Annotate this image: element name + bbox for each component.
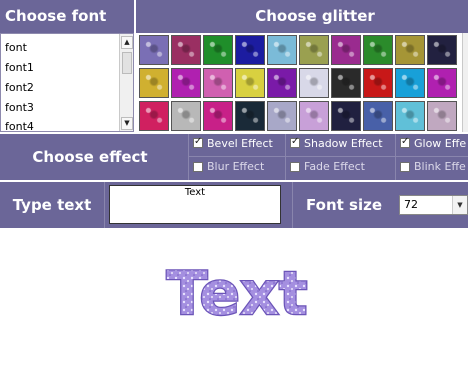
row-divider bbox=[292, 182, 293, 228]
glow-label: Glow Effe bbox=[414, 137, 467, 150]
glitter-swatch[interactable] bbox=[299, 35, 329, 65]
glitter-swatch[interactable] bbox=[395, 101, 425, 131]
glitter-swatch[interactable] bbox=[363, 101, 393, 131]
blink-checkbox[interactable] bbox=[400, 162, 410, 172]
font-size-value: 72 bbox=[404, 198, 418, 211]
glitter-swatch[interactable] bbox=[267, 35, 297, 65]
blink-label: Blink Effe bbox=[414, 160, 466, 173]
blur-label: Blur Effect bbox=[207, 160, 265, 173]
glitter-swatch[interactable] bbox=[331, 68, 361, 98]
scroll-up-icon[interactable]: ▲ bbox=[121, 36, 133, 49]
type-text-label: Type text bbox=[12, 196, 92, 214]
glitter-swatch[interactable] bbox=[235, 101, 265, 131]
glitter-swatch[interactable] bbox=[235, 68, 265, 98]
glitter-swatch[interactable] bbox=[203, 101, 233, 131]
glitter-swatch[interactable] bbox=[267, 101, 297, 131]
choose-effect-label: Choose effect bbox=[32, 148, 148, 166]
glitter-grid bbox=[136, 33, 460, 132]
chevron-down-icon[interactable]: ▼ bbox=[452, 196, 467, 214]
font-list[interactable]: font font1 font2 font3 font4 ▲ ▼ bbox=[0, 33, 134, 133]
glitter-swatch[interactable] bbox=[395, 68, 425, 98]
scroll-thumb[interactable] bbox=[122, 52, 132, 74]
fade-checkbox[interactable] bbox=[290, 162, 300, 172]
glitter-swatch[interactable] bbox=[203, 35, 233, 65]
bevel-checkbox[interactable] bbox=[193, 136, 203, 148]
glitter-swatch[interactable] bbox=[331, 35, 361, 65]
font-size-select[interactable]: 72 ▼ bbox=[399, 195, 468, 215]
scroll-down-icon[interactable]: ▼ bbox=[121, 117, 133, 130]
font-option[interactable]: font2 bbox=[5, 81, 34, 94]
bevel-label: Bevel Effect bbox=[207, 137, 273, 150]
preview-text: Text bbox=[166, 259, 307, 329]
glitter-swatch[interactable] bbox=[363, 68, 393, 98]
fade-label: Fade Effect bbox=[304, 160, 365, 173]
glitter-swatch[interactable] bbox=[139, 35, 169, 65]
glitter-swatch[interactable] bbox=[235, 35, 265, 65]
font-option[interactable]: font4 bbox=[5, 120, 34, 133]
glow-checkbox[interactable] bbox=[400, 136, 410, 148]
glitter-swatch[interactable] bbox=[171, 101, 201, 131]
glitter-swatch[interactable] bbox=[203, 68, 233, 98]
glitter-swatch[interactable] bbox=[331, 101, 361, 131]
glitter-swatch[interactable] bbox=[427, 68, 457, 98]
font-size-label: Font size bbox=[306, 196, 382, 214]
glitter-scrollbar[interactable] bbox=[462, 33, 468, 132]
row-divider bbox=[104, 182, 105, 228]
glitter-swatch[interactable] bbox=[139, 68, 169, 98]
effects-divider bbox=[285, 134, 286, 180]
font-option[interactable]: font1 bbox=[5, 61, 34, 74]
glitter-swatch[interactable] bbox=[299, 68, 329, 98]
blur-checkbox[interactable] bbox=[193, 162, 203, 172]
glitter-swatch[interactable] bbox=[171, 35, 201, 65]
glitter-text-preview: Text bbox=[165, 258, 309, 330]
font-option[interactable]: font3 bbox=[5, 101, 34, 114]
glitter-swatch[interactable] bbox=[395, 35, 425, 65]
font-option[interactable]: font bbox=[5, 41, 27, 54]
text-input-value: Text bbox=[184, 187, 206, 198]
choose-font-heading: Choose font bbox=[5, 7, 107, 25]
text-input[interactable]: Text bbox=[109, 185, 281, 224]
choose-glitter-heading: Choose glitter bbox=[255, 7, 375, 25]
shadow-label: Shadow Effect bbox=[304, 137, 383, 150]
effects-divider bbox=[395, 134, 396, 180]
glitter-swatch[interactable] bbox=[427, 35, 457, 65]
glitter-swatch[interactable] bbox=[139, 101, 169, 131]
glitter-swatch[interactable] bbox=[363, 35, 393, 65]
glitter-swatch[interactable] bbox=[171, 68, 201, 98]
effects-mid-line bbox=[188, 156, 468, 157]
font-list-scrollbar[interactable]: ▲ ▼ bbox=[119, 34, 133, 131]
glitter-swatch[interactable] bbox=[427, 101, 457, 131]
glitter-swatch[interactable] bbox=[299, 101, 329, 131]
glitter-swatch[interactable] bbox=[267, 68, 297, 98]
shadow-checkbox[interactable] bbox=[290, 136, 300, 148]
effects-divider bbox=[188, 134, 189, 180]
